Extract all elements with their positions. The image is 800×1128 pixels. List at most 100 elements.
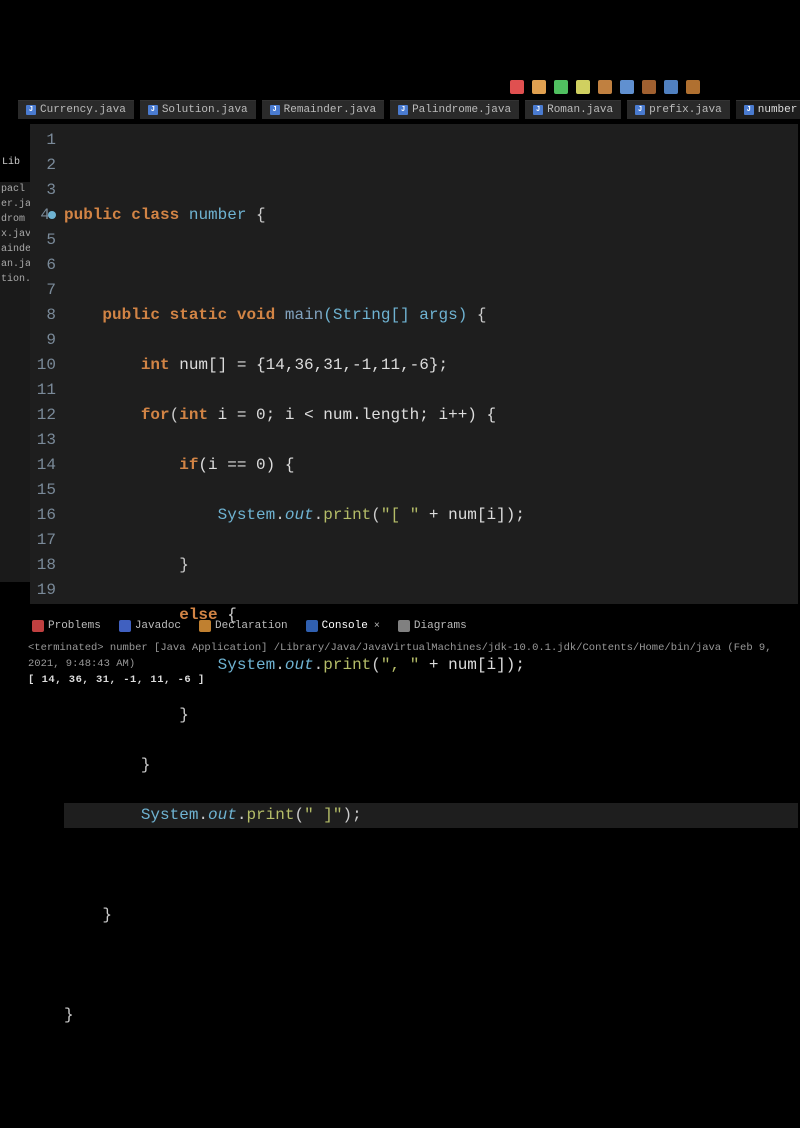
- code-line: public static void main(String[] args) {: [64, 303, 798, 328]
- tab-label: Diagrams: [414, 620, 467, 632]
- line-number: 13: [30, 428, 56, 453]
- code-line: }: [64, 553, 798, 578]
- bottom-view-tabs: Problems Javadoc Declaration Console × Di…: [28, 615, 471, 637]
- stop-icon[interactable]: [510, 80, 524, 94]
- code-line: [64, 1053, 798, 1078]
- line-number: 16: [30, 503, 56, 528]
- tab-javadoc[interactable]: Javadoc: [115, 618, 185, 634]
- line-number: 2: [30, 153, 56, 178]
- code-line: [64, 253, 798, 278]
- sidebar-item[interactable]: ainde: [0, 242, 32, 257]
- java-file-icon: J: [148, 105, 158, 115]
- toolbar: [510, 78, 700, 96]
- tab-label: Roman.java: [547, 104, 613, 116]
- console-icon: [306, 620, 318, 632]
- tab-currency[interactable]: J Currency.java: [18, 100, 134, 119]
- tab-label: number.java: [758, 104, 800, 116]
- tab-label: Console: [322, 620, 368, 632]
- code-line: }: [64, 1003, 798, 1028]
- line-number: 1: [30, 128, 56, 153]
- declaration-icon: [199, 620, 211, 632]
- sidebar-item[interactable]: an.ja: [0, 257, 32, 272]
- code-line: [64, 853, 798, 878]
- sidebar-item[interactable]: drom: [0, 212, 32, 227]
- tab-number[interactable]: Jnumber.java: [736, 100, 800, 119]
- code-line: }: [64, 903, 798, 928]
- tab-label: Problems: [48, 620, 101, 632]
- code-editor[interactable]: 1 2 3 4 5 6 7 8 9 10 11 12 13 14 15 16 1…: [30, 124, 798, 604]
- tab-console[interactable]: Console ×: [302, 618, 384, 634]
- tab-prefix[interactable]: Jprefix.java: [627, 100, 730, 119]
- tab-label: Remainder.java: [284, 104, 376, 116]
- tab-remainder[interactable]: J Remainder.java: [262, 100, 384, 119]
- sidebar-lib-label: Lib: [0, 155, 22, 170]
- console-output: [ 14, 36, 31, -1, 11, -6 ]: [28, 672, 788, 688]
- tab-label: Palindrome.java: [412, 104, 511, 116]
- tab-declaration[interactable]: Declaration: [195, 618, 292, 634]
- code-line: if(i == 0) {: [64, 453, 798, 478]
- console-view: <terminated> number [Java Application] /…: [28, 640, 788, 688]
- line-number: 15: [30, 478, 56, 503]
- line-number: 19: [30, 578, 56, 603]
- code-area[interactable]: public class number { public static void…: [64, 124, 798, 604]
- code-line: [64, 153, 798, 178]
- tab-problems[interactable]: Problems: [28, 618, 105, 634]
- pencil-icon[interactable]: [598, 80, 612, 94]
- debug-icon[interactable]: [576, 80, 590, 94]
- tab-label: Declaration: [215, 620, 288, 632]
- java-file-icon: J: [533, 105, 543, 115]
- line-number: 12: [30, 403, 56, 428]
- gear-icon[interactable]: [642, 80, 656, 94]
- sidebar-item[interactable]: tion.j: [0, 272, 32, 287]
- code-line: int num[] = {14,36,31,-1,11,-6};: [64, 353, 798, 378]
- line-number: 17: [30, 528, 56, 553]
- java-file-icon: J: [635, 105, 645, 115]
- code-line: System.out.print(" ]");: [64, 803, 798, 828]
- sidebar-item[interactable]: pacl: [0, 182, 32, 197]
- line-number: 6: [30, 253, 56, 278]
- folder-icon[interactable]: [686, 80, 700, 94]
- problems-icon: [32, 620, 44, 632]
- tab-roman[interactable]: J Roman.java: [525, 100, 621, 119]
- tab-label: prefix.java: [649, 104, 722, 116]
- line-number: 7: [30, 278, 56, 303]
- code-line: System.out.print("[ " + num[i]);: [64, 503, 798, 528]
- tab-label: Javadoc: [135, 620, 181, 632]
- build-icon[interactable]: [532, 80, 546, 94]
- java-file-icon: J: [26, 105, 36, 115]
- save-icon[interactable]: [664, 80, 678, 94]
- console-header: <terminated> number [Java Application] /…: [28, 640, 788, 672]
- run-marker-icon[interactable]: [48, 211, 56, 219]
- line-number: 14: [30, 453, 56, 478]
- line-gutter: 1 2 3 4 5 6 7 8 9 10 11 12 13 14 15 16 1…: [30, 124, 64, 604]
- screen: J Currency.java J Solution.java J Remainder…: [0, 0, 800, 800]
- code-line: for(int i = 0; i < num.length; i++) {: [64, 403, 798, 428]
- line-number: 3: [30, 178, 56, 203]
- java-file-icon: J: [398, 105, 408, 115]
- sidebar-item[interactable]: x.jav: [0, 227, 32, 242]
- tab-label: Solution.java: [162, 104, 248, 116]
- line-number: 5: [30, 228, 56, 253]
- tab-palindrome[interactable]: J Palindrome.java: [390, 100, 519, 119]
- line-number: 10: [30, 353, 56, 378]
- code-line: }: [64, 753, 798, 778]
- java-file-icon: J: [270, 105, 280, 115]
- close-icon[interactable]: ×: [374, 621, 380, 632]
- java-file-icon: J: [744, 105, 754, 115]
- code-line: [64, 953, 798, 978]
- tab-solution[interactable]: J Solution.java: [140, 100, 256, 119]
- diagrams-icon: [398, 620, 410, 632]
- code-line: }: [64, 703, 798, 728]
- editor-tabs: J Currency.java J Solution.java J Remainder…: [18, 96, 800, 122]
- step-icon[interactable]: [620, 80, 634, 94]
- line-number: 9: [30, 328, 56, 353]
- tab-label: Currency.java: [40, 104, 126, 116]
- tab-diagrams[interactable]: Diagrams: [394, 618, 471, 634]
- line-number: 4: [30, 203, 56, 228]
- javadoc-icon: [119, 620, 131, 632]
- line-number: 11: [30, 378, 56, 403]
- code-line: public class number {: [64, 203, 798, 228]
- sidebar-item[interactable]: er.ja: [0, 197, 32, 212]
- run-icon[interactable]: [554, 80, 568, 94]
- line-number: 18: [30, 553, 56, 578]
